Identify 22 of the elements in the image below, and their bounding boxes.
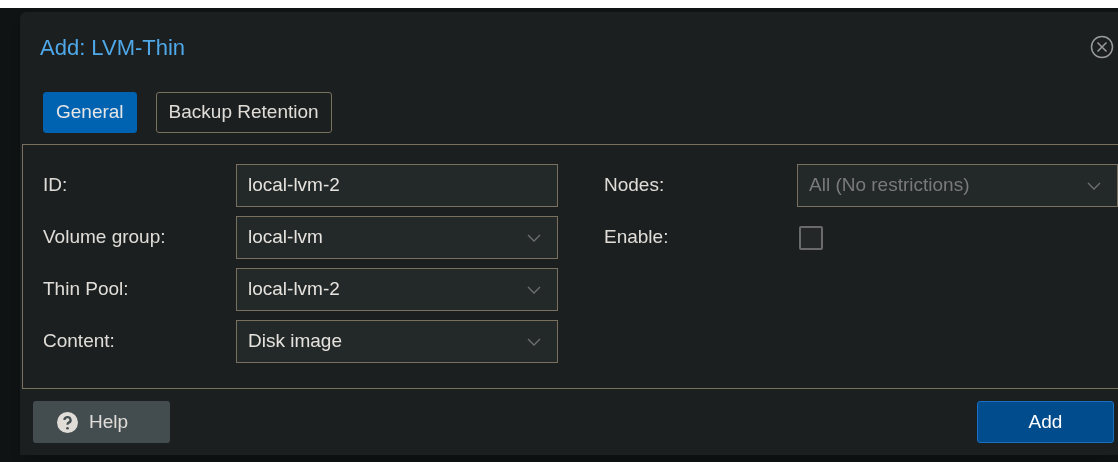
input-field[interactable]: local-lvm-2 <box>236 164 558 207</box>
dropdown-field[interactable]: Disk image <box>236 320 558 363</box>
field-label: Thin Pool: <box>43 277 130 302</box>
chevron-down-icon <box>527 285 541 294</box>
help-icon <box>57 411 78 433</box>
dialog-title: Add: LVM-Thin <box>40 33 186 62</box>
field-label: Enable: <box>604 225 670 250</box>
dropdown-field[interactable]: local-lvm-2 <box>236 268 558 311</box>
field-label: ID: <box>43 173 69 198</box>
chevron-down-icon <box>1087 181 1101 190</box>
tab[interactable]: General <box>43 92 137 133</box>
add-button[interactable]: Add <box>977 401 1114 443</box>
tab[interactable]: Backup Retention <box>155 92 332 133</box>
field-label: Content: <box>43 329 116 354</box>
dropdown-field[interactable]: local-lvm <box>236 216 558 259</box>
field-label: Volume group: <box>43 225 167 250</box>
close-icon[interactable] <box>1090 35 1114 59</box>
chevron-down-icon <box>527 337 541 346</box>
field-label: Nodes: <box>604 173 666 198</box>
chevron-down-icon <box>527 233 541 242</box>
checkbox[interactable] <box>799 225 823 250</box>
help-button[interactable]: Help <box>33 401 170 443</box>
